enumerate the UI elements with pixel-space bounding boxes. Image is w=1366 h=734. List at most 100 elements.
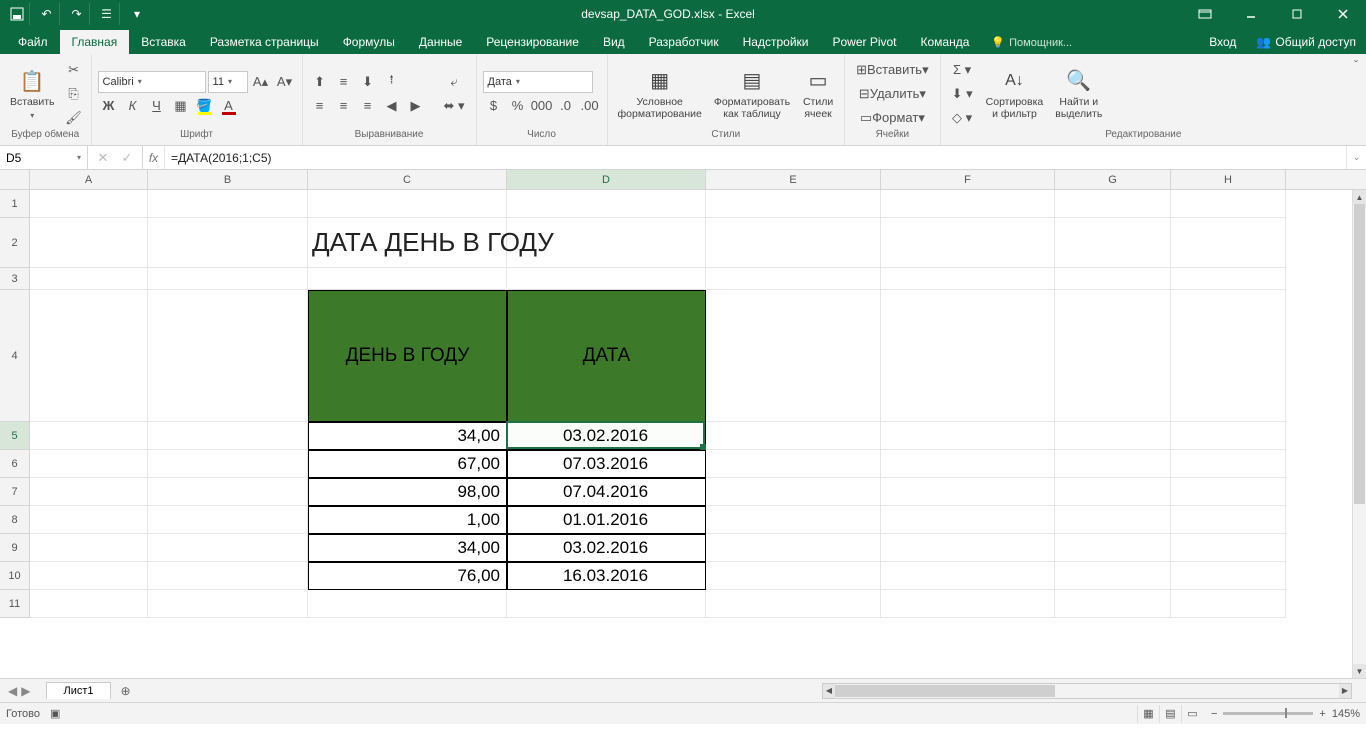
sheet-nav-next[interactable]: ▶ xyxy=(21,684,30,698)
wrap-text-button[interactable]: ⤶ xyxy=(439,71,470,93)
row-header-9[interactable]: 9 xyxy=(0,534,30,562)
vertical-scrollbar[interactable]: ▲ ▼ xyxy=(1352,190,1366,678)
comma-button[interactable]: 000 xyxy=(531,95,553,117)
share-button[interactable]: 👥Общий доступ xyxy=(1246,30,1366,54)
cell-date-7[interactable]: 07.04.2016 xyxy=(507,478,706,506)
row-header-7[interactable]: 7 xyxy=(0,478,30,506)
row-header-3[interactable]: 3 xyxy=(0,268,30,290)
cell-date-10[interactable]: 16.03.2016 xyxy=(507,562,706,590)
format-cells-button[interactable]: ▭ Формат ▾ xyxy=(851,107,934,129)
bold-button[interactable]: Ж xyxy=(98,95,120,117)
align-right-button[interactable]: ≡ xyxy=(357,95,379,117)
zoom-slider[interactable] xyxy=(1223,712,1313,715)
sign-in-button[interactable]: Вход xyxy=(1199,30,1246,54)
maximize-button[interactable] xyxy=(1274,0,1320,28)
align-top-button[interactable]: ⬆ xyxy=(309,71,331,93)
decrease-font-button[interactable]: A▾ xyxy=(274,71,296,93)
tab-page-layout[interactable]: Разметка страницы xyxy=(198,30,331,54)
increase-font-button[interactable]: A▴ xyxy=(250,71,272,93)
tab-review[interactable]: Рецензирование xyxy=(474,30,591,54)
align-middle-button[interactable]: ≡ xyxy=(333,71,355,93)
tab-data[interactable]: Данные xyxy=(407,30,474,54)
decrease-indent-button[interactable]: ◀ xyxy=(381,95,403,117)
sheet-tab[interactable]: Лист1 xyxy=(46,682,110,699)
conditional-formatting-button[interactable]: ▦Условное форматирование xyxy=(614,65,706,122)
tab-insert[interactable]: Вставка xyxy=(129,30,198,54)
name-box[interactable]: D5▾ xyxy=(0,146,88,169)
close-button[interactable] xyxy=(1320,0,1366,28)
hscroll-thumb[interactable] xyxy=(835,685,1055,697)
horizontal-scrollbar[interactable]: ◀ ▶ xyxy=(822,683,1352,699)
cell-date-5[interactable]: 03.02.2016 xyxy=(507,422,706,450)
align-bottom-button[interactable]: ⬇ xyxy=(357,71,379,93)
cut-button[interactable]: ✂ xyxy=(63,59,85,81)
select-all-corner[interactable] xyxy=(0,170,30,189)
cell-date-6[interactable]: 07.03.2016 xyxy=(507,450,706,478)
zoom-level[interactable]: 145% xyxy=(1332,708,1360,720)
delete-cells-button[interactable]: ⊟ Удалить ▾ xyxy=(851,83,934,105)
cell-day-5[interactable]: 34,00 xyxy=(308,422,507,450)
ribbon-options-icon[interactable] xyxy=(1182,0,1228,28)
cell-day-9[interactable]: 34,00 xyxy=(308,534,507,562)
fill-button[interactable]: ⬇ ▾ xyxy=(947,83,978,105)
merge-button[interactable]: ⬌ ▾ xyxy=(439,95,470,117)
view-normal-button[interactable]: ▦ xyxy=(1137,705,1159,723)
row-header-2[interactable]: 2 xyxy=(0,218,30,268)
touch-mode-icon[interactable]: ☰ xyxy=(94,3,120,25)
row-header-5[interactable]: 5 xyxy=(0,422,30,450)
underline-button[interactable]: Ч xyxy=(146,95,168,117)
tab-addins[interactable]: Надстройки xyxy=(731,30,821,54)
row-header-8[interactable]: 8 xyxy=(0,506,30,534)
align-center-button[interactable]: ≡ xyxy=(333,95,355,117)
number-format-combo[interactable]: Дата▾ xyxy=(483,71,593,93)
col-header-D[interactable]: D xyxy=(507,170,706,189)
scroll-left-button[interactable]: ◀ xyxy=(823,684,835,698)
increase-decimal-button[interactable]: .0 xyxy=(555,95,577,117)
scroll-down-button[interactable]: ▼ xyxy=(1353,664,1366,678)
save-icon[interactable] xyxy=(4,3,30,25)
autosum-button[interactable]: Σ ▾ xyxy=(947,59,978,81)
col-header-B[interactable]: B xyxy=(148,170,308,189)
vscroll-thumb[interactable] xyxy=(1354,204,1365,504)
scroll-right-button[interactable]: ▶ xyxy=(1339,684,1351,698)
paste-button[interactable]: 📋 Вставить ▾ xyxy=(6,65,59,122)
font-size-combo[interactable]: 11▾ xyxy=(208,71,248,93)
zoom-in-button[interactable]: + xyxy=(1319,708,1325,720)
tab-file[interactable]: Файл xyxy=(6,30,60,54)
accounting-button[interactable]: $ xyxy=(483,95,505,117)
percent-button[interactable]: % xyxy=(507,95,529,117)
col-header-A[interactable]: A xyxy=(30,170,148,189)
decrease-decimal-button[interactable]: .00 xyxy=(579,95,601,117)
row-header-10[interactable]: 10 xyxy=(0,562,30,590)
format-painter-button[interactable]: 🖌 xyxy=(63,107,85,129)
formula-input[interactable]: =ДАТА(2016;1;C5) xyxy=(165,146,1346,169)
enter-formula-button[interactable]: ✓ xyxy=(116,147,138,169)
insert-cells-button[interactable]: ⊞ Вставить ▾ xyxy=(851,59,934,81)
row-header-1[interactable]: 1 xyxy=(0,190,30,218)
tell-me-input[interactable]: 💡 Помощник... xyxy=(981,31,1082,54)
redo-icon[interactable]: ↷ xyxy=(64,3,90,25)
qat-customize-icon[interactable]: ▾ xyxy=(124,3,150,25)
minimize-button[interactable] xyxy=(1228,0,1274,28)
scroll-up-button[interactable]: ▲ xyxy=(1353,190,1366,204)
font-name-combo[interactable]: Calibri▾ xyxy=(98,71,206,93)
col-header-E[interactable]: E xyxy=(706,170,881,189)
cell-styles-button[interactable]: ▭Стили ячеек xyxy=(798,65,838,122)
cell-day-8[interactable]: 1,00 xyxy=(308,506,507,534)
cell-date-8[interactable]: 01.01.2016 xyxy=(507,506,706,534)
macro-record-icon[interactable]: ▣ xyxy=(50,707,60,720)
cancel-formula-button[interactable]: ✕ xyxy=(92,147,114,169)
row-header-11[interactable]: 11 xyxy=(0,590,30,618)
zoom-out-button[interactable]: − xyxy=(1211,708,1217,720)
cell-day-6[interactable]: 67,00 xyxy=(308,450,507,478)
tab-view[interactable]: Вид xyxy=(591,30,637,54)
col-header-C[interactable]: C xyxy=(308,170,507,189)
tab-team[interactable]: Команда xyxy=(909,30,982,54)
format-as-table-button[interactable]: ▤Форматировать как таблицу xyxy=(710,65,794,122)
add-sheet-button[interactable]: ⊕ xyxy=(111,684,141,698)
row-header-4[interactable]: 4 xyxy=(0,290,30,422)
italic-button[interactable]: К xyxy=(122,95,144,117)
view-pagebreak-button[interactable]: ▭ xyxy=(1181,705,1203,723)
sort-filter-button[interactable]: A↓Сортировка и фильтр xyxy=(982,65,1048,122)
tab-formulas[interactable]: Формулы xyxy=(331,30,407,54)
